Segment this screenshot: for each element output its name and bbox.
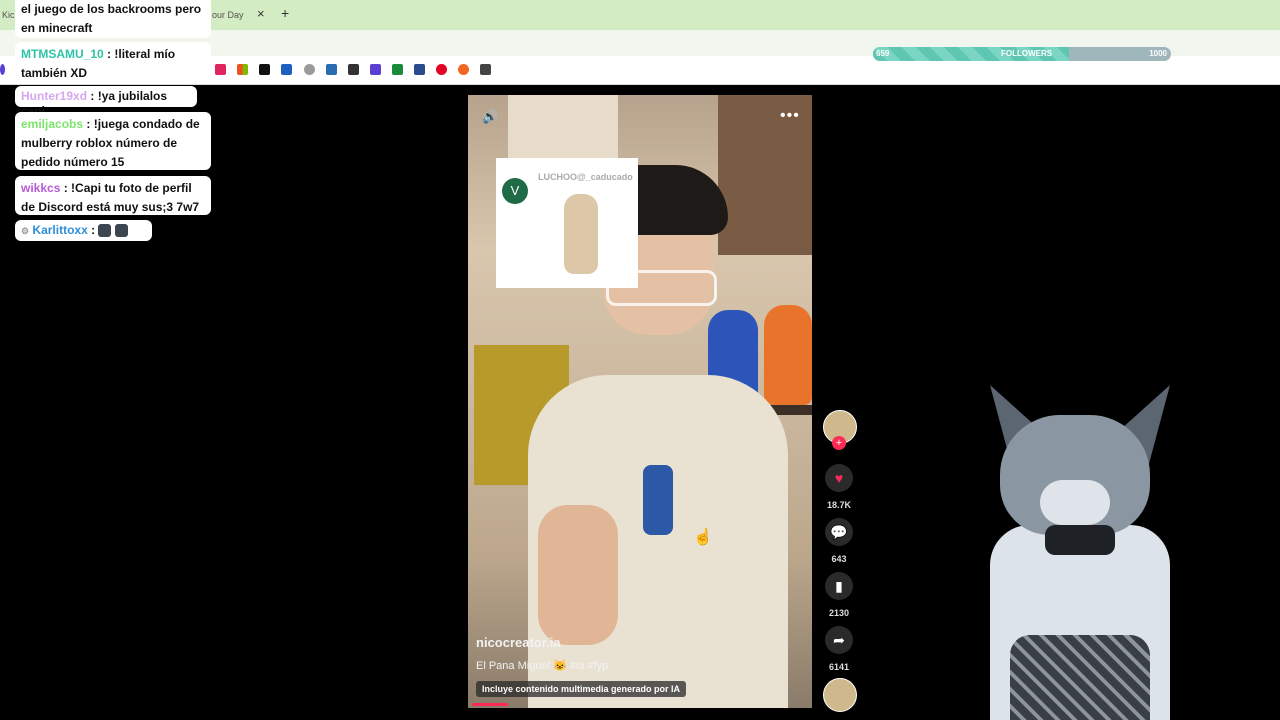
chat-message: Hunter19xd : !ya jubilalos capi	[15, 86, 197, 118]
chat-username[interactable]: Hunter19xd	[21, 89, 87, 103]
comment-count: 643	[831, 554, 847, 564]
volume-icon[interactable]: 🔊	[482, 109, 498, 125]
comment-icon[interactable]: 💬	[825, 518, 853, 546]
follower-goal: 1000	[1149, 49, 1167, 58]
chat-username[interactable]: Karlittoxx	[32, 223, 87, 237]
follow-plus-icon[interactable]: +	[832, 436, 846, 450]
bookmark-icon[interactable]	[370, 64, 381, 75]
emote-icon	[98, 224, 112, 238]
bookmark-icon[interactable]	[215, 64, 226, 75]
follower-label: FOLLOWERS	[1001, 49, 1053, 58]
chat-username[interactable]: emiljacobs	[21, 117, 83, 131]
bookmark-icon[interactable]	[414, 64, 425, 75]
cat-image	[564, 194, 598, 274]
bookmark-icon[interactable]	[458, 64, 469, 75]
save-count: 2130	[828, 608, 850, 618]
overlay-handle: LUCHOO@_caducado	[538, 172, 633, 182]
vtuber-muzzle	[1040, 480, 1110, 525]
hand-cursor-icon: ☝	[693, 529, 713, 546]
bookmark-icon[interactable]: ▮	[825, 572, 853, 600]
chat-message: MTMSAMU_10 : !literal mío también XD	[15, 42, 211, 82]
vtuber-bow	[1045, 525, 1115, 555]
sound-avatar[interactable]	[823, 678, 857, 712]
bookmark-icon[interactable]	[326, 64, 337, 75]
vtuber-skirt	[1010, 635, 1150, 720]
like-icon[interactable]: ♥	[825, 464, 853, 492]
bookmark-icon[interactable]	[259, 64, 270, 75]
video-progress[interactable]	[472, 703, 508, 706]
share-icon[interactable]: ➦	[825, 626, 853, 654]
like-count: 18.7K	[826, 500, 852, 510]
bookmark-icon[interactable]	[281, 64, 292, 75]
bookmark-icon[interactable]	[237, 64, 248, 75]
close-tab-icon[interactable]: ×	[257, 6, 265, 21]
tab-fragment[interactable]: Kic	[2, 10, 15, 20]
chat-username[interactable]: wikkcs	[21, 181, 60, 195]
badge-icon: ⚙	[21, 226, 30, 236]
follower-goal-bar: 659 FOLLOWERS 1000	[873, 47, 1171, 61]
bookmark-icon[interactable]	[0, 64, 5, 75]
bookmark-icon[interactable]	[436, 64, 447, 75]
video-caption: El Pana Miguel 😺 #ia #fyp	[476, 660, 609, 672]
chat-message: wikkcs : !Capi tu foto de perfil de Disc…	[15, 176, 211, 215]
emote-icon	[114, 224, 128, 238]
more-options-icon[interactable]: •••	[780, 107, 800, 125]
overlay-avatar: V	[502, 178, 528, 204]
sweater-logo	[643, 465, 673, 535]
bookmark-icon[interactable]	[348, 64, 359, 75]
chat-message: emiljacobs : !juega condado de mulberry …	[15, 112, 211, 170]
new-tab-icon[interactable]: +	[281, 5, 289, 21]
bookmark-icon[interactable]	[392, 64, 403, 75]
tab-title[interactable]: our Day	[212, 10, 244, 20]
chat-username[interactable]: MTMSAMU_10	[21, 47, 104, 61]
bookmark-icon[interactable]	[304, 64, 315, 75]
hand	[538, 505, 618, 645]
toy-figure	[764, 305, 812, 405]
donation-overlay: V LUCHOO@_caducado	[496, 158, 638, 288]
chat-message: ⚙ Karlittoxx :	[15, 220, 152, 241]
share-count: 6141	[828, 662, 850, 672]
video-player[interactable]: V LUCHOO@_caducado 🔊 ••• nicocreator.ia …	[468, 95, 812, 708]
follower-current: 659	[876, 49, 890, 58]
chat-text: el juego de los backrooms pero en minecr…	[21, 2, 202, 35]
bookmark-icon[interactable]	[480, 64, 491, 75]
chat-message: el juego de los backrooms pero en minecr…	[15, 0, 211, 38]
chat-text: :	[91, 223, 96, 237]
vtuber-avatar	[960, 385, 1200, 720]
ai-content-badge: Incluye contenido multimedia generado po…	[476, 681, 687, 697]
creator-handle[interactable]: nicocreator.ia	[476, 635, 561, 650]
